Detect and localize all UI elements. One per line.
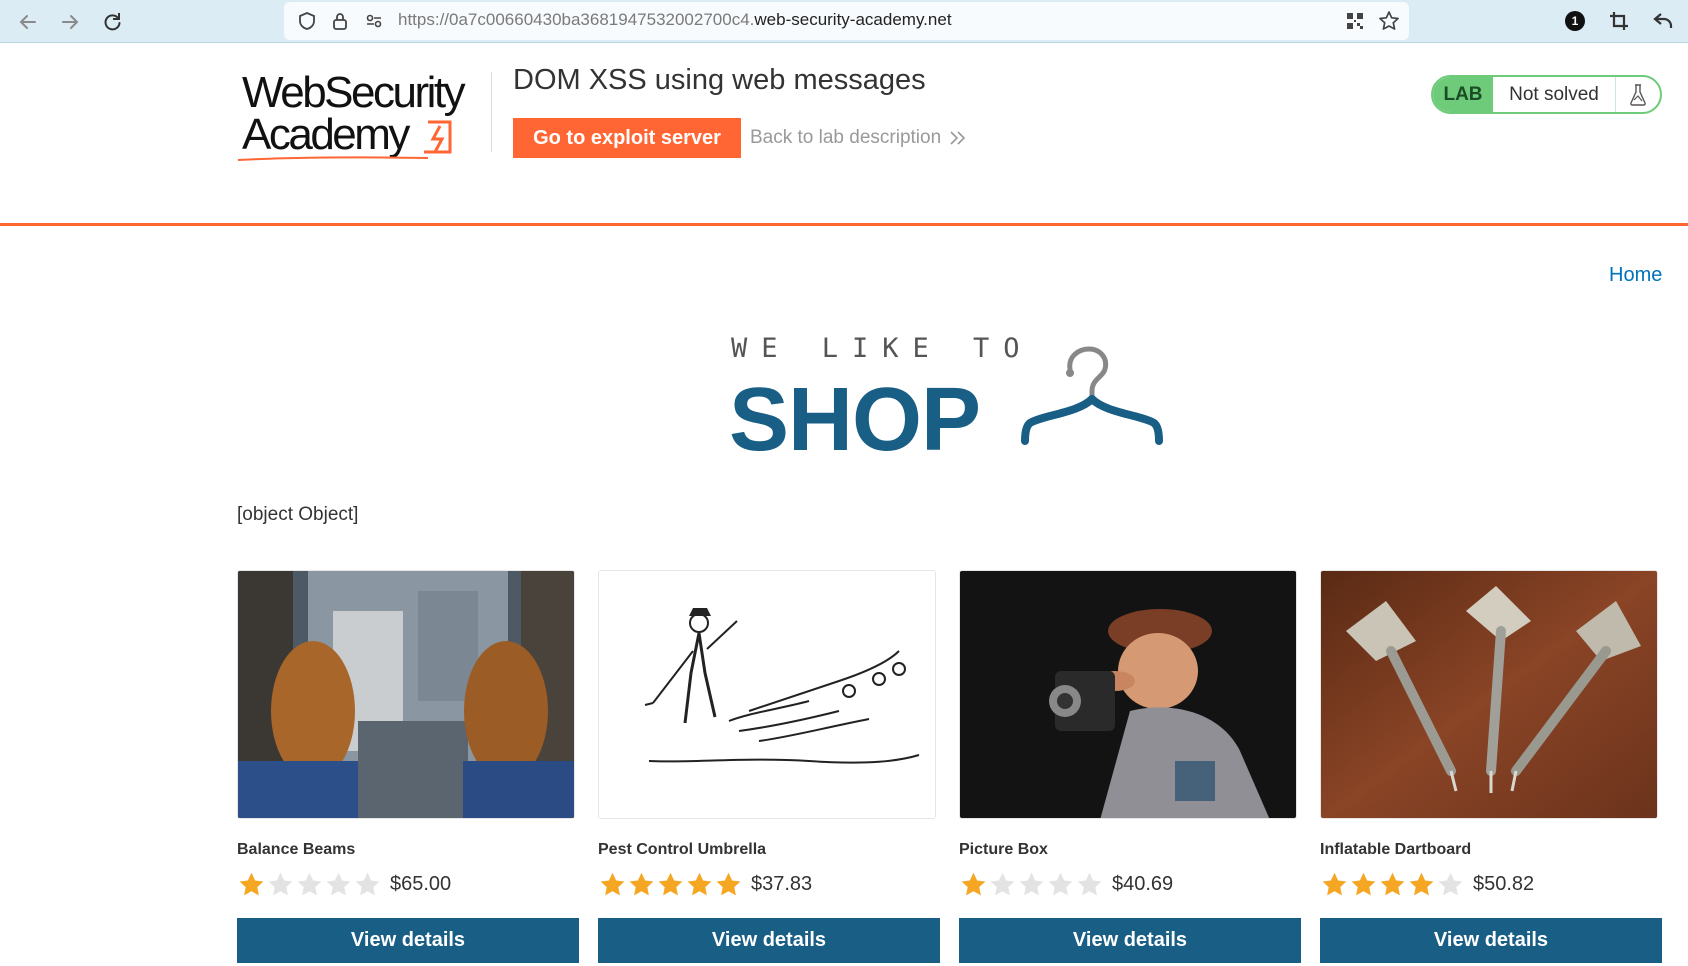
extension-badge-count: 1	[1571, 14, 1579, 28]
back-arrow-icon[interactable]	[14, 8, 42, 36]
lock-icon[interactable]	[327, 8, 353, 34]
star-rating	[598, 870, 743, 898]
star-filled-icon	[1409, 872, 1434, 896]
reload-icon[interactable]	[98, 8, 126, 36]
home-nav-link[interactable]: Home	[1609, 264, 1662, 287]
site-permissions-icon[interactable]	[361, 8, 387, 34]
view-details-button[interactable]: View details	[1320, 918, 1662, 963]
extension-badge-icon[interactable]: 1	[1562, 8, 1588, 34]
lab-badge: LAB	[1433, 77, 1493, 112]
star-filled-icon	[629, 872, 654, 896]
star-filled-icon	[687, 872, 712, 896]
star-empty-icon	[297, 872, 322, 896]
product-rating: $50.82	[1320, 869, 1662, 899]
star-rating	[1320, 870, 1465, 898]
flask-icon	[1616, 77, 1660, 112]
header-divider	[491, 72, 492, 152]
crop-icon[interactable]	[1606, 8, 1632, 34]
url-domain: web-security-academy.net	[754, 10, 952, 29]
back-to-lab-description-link[interactable]: Back to lab description	[750, 127, 967, 149]
forward-arrow-icon[interactable]	[56, 8, 84, 36]
star-empty-icon	[326, 872, 351, 896]
product-image-balance-beams[interactable]	[237, 570, 575, 819]
product-card: Picture Box $40.69 View details	[959, 570, 1301, 963]
coat-hanger-icon	[1021, 346, 1163, 445]
product-card: Balance Beams $65.00 View details	[237, 570, 579, 963]
star-filled-icon	[658, 872, 683, 896]
star-filled-icon	[239, 872, 264, 896]
product-rating: $37.83	[598, 869, 940, 899]
star-filled-icon	[1322, 872, 1347, 896]
product-name: Pest Control Umbrella	[598, 841, 767, 858]
product-rating: $40.69	[959, 869, 1301, 899]
product-image-picture-box[interactable]	[959, 570, 1297, 819]
lab-title: DOM XSS using web messages	[513, 64, 926, 96]
star-empty-icon	[1077, 872, 1102, 896]
view-details-button[interactable]: View details	[237, 918, 579, 963]
lab-status-widget: LAB Not solved	[1431, 75, 1662, 114]
product-price: $37.83	[751, 872, 813, 895]
product-name: Inflatable Dartboard	[1320, 841, 1472, 858]
web-security-academy-logo[interactable]: WebSecurity Academy	[238, 68, 488, 165]
shop-banner: WE LIKE TO SHOP	[729, 333, 1170, 470]
star-filled-icon	[961, 872, 986, 896]
star-empty-icon	[990, 872, 1015, 896]
browser-toolbar: https://0a7c00660430ba3681947532002700c4…	[0, 0, 1688, 43]
star-filled-icon	[600, 872, 625, 896]
injected-message-text: [object Object]	[237, 504, 359, 525]
url-prefix: https://0a7c00660430ba3681947532002700c4…	[398, 10, 755, 29]
star-empty-icon	[268, 872, 293, 896]
star-filled-icon	[1380, 872, 1405, 896]
product-price: $50.82	[1473, 872, 1535, 895]
star-empty-icon	[1048, 872, 1073, 896]
star-rating	[237, 870, 382, 898]
product-rating: $65.00	[237, 869, 579, 899]
bookmark-star-icon[interactable]	[1376, 8, 1402, 34]
logo-lightning-icon	[238, 120, 452, 161]
product-card: Inflatable Dartboard $50.82 View details	[1320, 570, 1662, 963]
back-link-label: Back to lab description	[750, 127, 942, 148]
star-empty-icon	[355, 872, 380, 896]
star-filled-icon	[716, 872, 741, 896]
star-filled-icon	[1351, 872, 1376, 896]
star-empty-icon	[1019, 872, 1044, 896]
product-card: Pest Control Umbrella $37.83 View detail…	[598, 570, 940, 963]
double-chevron-right-icon	[950, 131, 966, 145]
star-empty-icon	[1438, 872, 1463, 896]
product-image-pest-control-umbrella[interactable]	[598, 570, 936, 819]
undo-arrow-icon[interactable]	[1650, 8, 1676, 34]
product-price: $40.69	[1112, 872, 1174, 895]
shield-icon[interactable]	[294, 8, 320, 34]
qr-code-icon[interactable]	[1342, 8, 1368, 34]
product-name: Picture Box	[959, 841, 1048, 858]
product-image-inflatable-dartboard[interactable]	[1320, 570, 1658, 819]
banner-tagline: WE LIKE TO	[731, 333, 1034, 364]
view-details-button[interactable]: View details	[959, 918, 1301, 963]
view-details-button[interactable]: View details	[598, 918, 940, 963]
url-text: https://0a7c00660430ba3681947532002700c4…	[398, 10, 952, 30]
product-name: Balance Beams	[237, 841, 356, 858]
star-rating	[959, 870, 1104, 898]
lab-status-text: Not solved	[1493, 77, 1616, 112]
product-price: $65.00	[390, 872, 452, 895]
exploit-server-button[interactable]: Go to exploit server	[513, 118, 741, 158]
banner-shop-word: SHOP	[729, 370, 981, 470]
address-bar[interactable]: https://0a7c00660430ba3681947532002700c4…	[284, 2, 1409, 40]
